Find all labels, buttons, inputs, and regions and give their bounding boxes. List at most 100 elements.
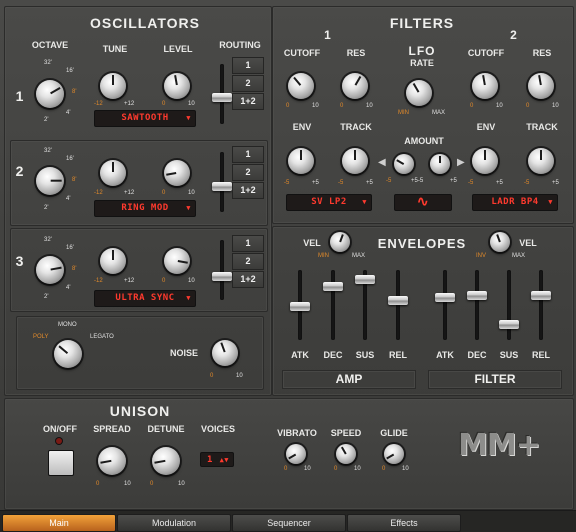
filter-2-type-select[interactable]: LADR BP4 ▼ — [472, 194, 558, 211]
osc-1-octave-knob[interactable] — [36, 80, 64, 108]
filter-2-res-max: 10 — [552, 103, 559, 109]
filter-dec-slider[interactable] — [467, 291, 487, 300]
osc-1-routing-12-button[interactable]: 1+2 — [232, 93, 264, 110]
amp-rel-slider[interactable] — [388, 296, 408, 305]
lfo-amount-right-arrow-icon[interactable]: ▶ — [457, 157, 465, 168]
amp-vel-max: MAX — [352, 253, 366, 259]
filter-2-track-knob[interactable] — [528, 148, 554, 174]
filter-1-track-min: -5 — [338, 180, 344, 186]
filter-1-number: 1 — [324, 28, 332, 42]
osc-3-routing-slider[interactable] — [212, 272, 232, 281]
noise-knob[interactable] — [212, 340, 238, 366]
osc-1-tune-max: +12 — [124, 101, 135, 107]
filter-sus-slider[interactable] — [499, 320, 519, 329]
amp-rel-track — [396, 270, 400, 340]
filter-2-env-knob[interactable] — [472, 148, 498, 174]
osc-3-tune-max: +12 — [124, 278, 135, 284]
voice-mode-knob[interactable] — [54, 340, 82, 368]
osc-3-level-max: 10 — [188, 278, 195, 284]
voice-mode-mono[interactable]: MONO — [58, 322, 77, 328]
filter-1-track-knob[interactable] — [342, 148, 368, 174]
tab-modulation[interactable]: Modulation — [117, 514, 231, 532]
filter-env-label: FILTER — [428, 370, 562, 389]
voice-mode-legato[interactable]: LEGATO — [90, 334, 114, 340]
octave-mark-16: 16' — [66, 156, 74, 162]
osc-2-waveform-select[interactable]: RING MOD ▼ — [94, 200, 196, 217]
chevron-down-icon: ▼ — [186, 294, 191, 302]
filter-2-cutoff-label: CUTOFF — [467, 48, 505, 58]
osc-3-routing-1-button[interactable]: 1 — [232, 235, 264, 252]
noise-min: 0 — [210, 373, 214, 379]
unison-voices-stepper[interactable]: 1 ▲▼ — [200, 452, 234, 467]
osc-1-routing-2-button[interactable]: 2 — [232, 75, 264, 92]
unison-onoff-label: ON/OFF — [43, 424, 77, 434]
filter-1-type-select[interactable]: SV LP2 ▼ — [286, 194, 372, 211]
octave-mark-2: 2' — [44, 294, 49, 300]
filter-2-cutoff-knob[interactable] — [472, 73, 498, 99]
glide-knob[interactable] — [384, 444, 404, 464]
osc-1-tune-knob[interactable] — [100, 73, 126, 99]
filter-1-cutoff-knob[interactable] — [288, 73, 314, 99]
envelopes-title: ENVELOPES — [377, 236, 467, 251]
vibrato-knob[interactable] — [286, 444, 306, 464]
osc-1-routing-1-button[interactable]: 1 — [232, 57, 264, 74]
lfo-amount-label: AMOUNT — [404, 136, 444, 146]
amp-atk-slider[interactable] — [290, 302, 310, 311]
tab-effects[interactable]: Effects — [347, 514, 461, 532]
osc-2-level-max: 10 — [188, 190, 195, 196]
filter-2-track-label: TRACK — [526, 122, 558, 132]
osc-3-routing-12-button[interactable]: 1+2 — [232, 271, 264, 288]
osc-2-routing-2-button[interactable]: 2 — [232, 164, 264, 181]
amp-vel-knob[interactable] — [330, 232, 350, 252]
osc-3-waveform-value: ULTRA SYNC — [115, 293, 175, 303]
osc-2-routing-1-button[interactable]: 1 — [232, 146, 264, 163]
voice-mode-poly[interactable]: POLY — [33, 334, 49, 340]
lfo-amount-2-knob[interactable] — [430, 154, 450, 174]
unison-detune-knob[interactable] — [152, 447, 180, 475]
amp-rel-label: REL — [389, 350, 407, 360]
filter-1-res-knob[interactable] — [342, 73, 368, 99]
amp-dec-slider[interactable] — [323, 282, 343, 291]
unison-onoff-button[interactable] — [48, 450, 74, 476]
osc-3-level-min: 0 — [162, 278, 166, 284]
filter-atk-slider[interactable] — [435, 293, 455, 302]
lfo-amount-1-knob[interactable] — [394, 154, 414, 174]
lfo-amount-max: +5 — [450, 178, 457, 184]
osc-3-level-knob[interactable] — [164, 248, 190, 274]
lfo-rate-knob[interactable] — [406, 80, 432, 106]
osc-2-tune-knob[interactable] — [100, 160, 126, 186]
osc-3-tune-knob[interactable] — [100, 248, 126, 274]
speed-max: 10 — [354, 466, 361, 472]
filter-rel-slider[interactable] — [531, 291, 551, 300]
filter-vel-knob[interactable] — [490, 232, 510, 252]
lfo-waveform-select[interactable]: ∿ — [394, 194, 452, 211]
osc-1-waveform-select[interactable]: SAWTOOTH ▼ — [94, 110, 196, 127]
filter-1-res-max: 10 — [366, 103, 373, 109]
osc-1-number: 1 — [15, 88, 25, 104]
osc-2-level-knob[interactable] — [164, 160, 190, 186]
amp-sus-slider[interactable] — [355, 275, 375, 284]
osc-1-level-knob[interactable] — [164, 73, 190, 99]
tab-main[interactable]: Main — [2, 514, 116, 532]
speed-min: 0 — [334, 466, 338, 472]
osc-2-octave-knob[interactable] — [36, 167, 64, 195]
unison-spread-label: SPREAD — [93, 424, 131, 434]
filter-1-env-knob[interactable] — [288, 148, 314, 174]
speed-knob[interactable] — [336, 444, 356, 464]
filter-1-res-min: 0 — [340, 103, 344, 109]
noise-max: 10 — [236, 373, 243, 379]
osc-2-tune-max: +12 — [124, 190, 135, 196]
osc-2-routing-slider[interactable] — [212, 182, 232, 191]
osc-3-octave-knob[interactable] — [36, 256, 64, 284]
osc-2-routing-12-button[interactable]: 1+2 — [232, 182, 264, 199]
lfo-amount-left-arrow-icon[interactable]: ◀ — [378, 157, 386, 168]
filter-2-res-knob[interactable] — [528, 73, 554, 99]
osc-3-waveform-select[interactable]: ULTRA SYNC ▼ — [94, 290, 196, 307]
chevron-down-icon: ▼ — [186, 114, 191, 122]
unison-spread-knob[interactable] — [98, 447, 126, 475]
tab-sequencer[interactable]: Sequencer — [232, 514, 346, 532]
osc-1-routing-slider[interactable] — [212, 93, 232, 102]
amp-atk-label: ATK — [291, 350, 309, 360]
octave-mark-16: 16' — [66, 68, 74, 74]
osc-3-routing-2-button[interactable]: 2 — [232, 253, 264, 270]
